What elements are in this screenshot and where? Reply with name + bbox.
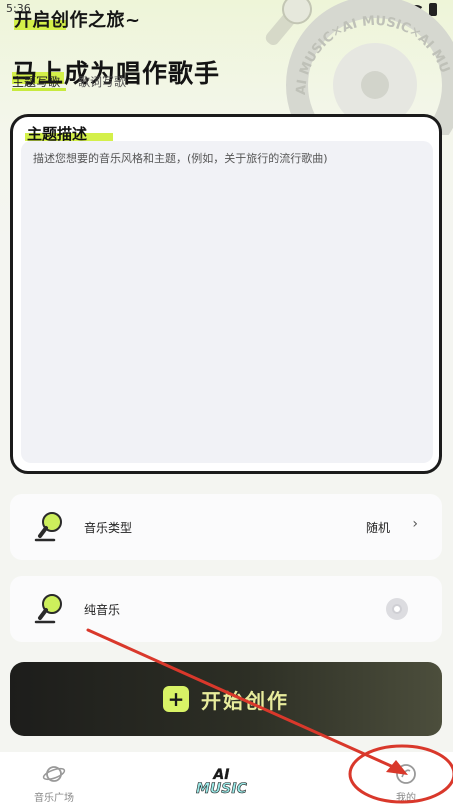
hero-subtitle: 开启创作之旅~ xyxy=(14,10,141,31)
pure-music-option: 纯音乐 xyxy=(10,576,442,642)
description-placeholder: 描述您想要的音乐风格和主题，(例如，关于旅行的流行歌曲) xyxy=(33,152,328,165)
nav-music-square-label: 音乐广场 xyxy=(34,793,74,804)
mic-icon xyxy=(34,512,62,542)
chevron-right-icon: › xyxy=(412,516,418,532)
nav-mine-label: 我的 xyxy=(396,793,416,804)
ai-logo-line2: MUSIC xyxy=(196,781,247,797)
theme-description-input[interactable]: 描述您想要的音乐风格和主题，(例如，关于旅行的流行歌曲) xyxy=(21,141,433,463)
music-type-value: 随机 xyxy=(365,521,390,535)
music-type-label: 音乐类型 xyxy=(84,521,133,535)
start-create-button[interactable]: + 开始创作 xyxy=(10,662,442,736)
pure-music-label: 纯音乐 xyxy=(84,603,121,617)
ai-music-logo[interactable]: AI MUSIC xyxy=(196,768,247,796)
toggle-knob xyxy=(392,604,402,614)
planet-icon xyxy=(42,766,66,782)
mode-tabs: 主题写歌 歌词写歌 xyxy=(12,73,126,91)
tab-lyrics-song[interactable]: 歌词写歌 xyxy=(78,73,126,90)
bottom-navigation: 音乐广场 AI MUSIC 我的 xyxy=(0,752,453,807)
plus-icon: + xyxy=(163,686,189,712)
pure-music-toggle[interactable] xyxy=(386,598,408,620)
music-type-option[interactable]: 音乐类型 随机 › xyxy=(10,494,442,560)
profile-icon xyxy=(396,764,416,784)
nav-mine[interactable]: 我的 xyxy=(394,762,418,804)
start-create-label: 开始创作 xyxy=(201,688,289,713)
active-tab-indicator xyxy=(12,88,66,91)
theme-description-card: 主题描述 描述您想要的音乐风格和主题，(例如，关于旅行的流行歌曲) xyxy=(10,114,442,474)
nav-music-square[interactable]: 音乐广场 xyxy=(34,762,74,804)
mic-icon xyxy=(34,594,62,624)
ai-logo-line1: AI xyxy=(213,767,230,783)
